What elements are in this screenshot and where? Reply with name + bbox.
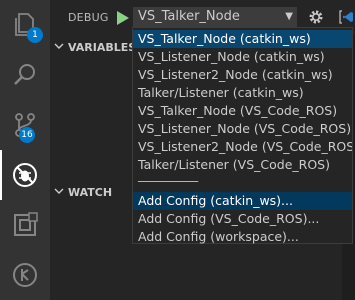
extensions-button[interactable]: [0, 200, 50, 250]
variables-label: VARIABLES: [68, 41, 137, 54]
explorer-button[interactable]: 1: [0, 0, 50, 50]
extensions-icon: [14, 212, 38, 236]
dropdown-option[interactable]: VS_Listener_Node (VS_Code_ROS): [133, 120, 352, 138]
activity-bar: 1 16: [0, 0, 50, 300]
chevron-down-icon: [54, 41, 64, 54]
source-control-button[interactable]: 16: [0, 100, 50, 150]
selected-config: VS_Talker_Node: [138, 9, 240, 24]
watch-label: WATCH: [68, 186, 113, 199]
add-config-option[interactable]: Add Config (catkin_ws)...: [133, 192, 352, 210]
explorer-badge: 1: [27, 27, 43, 43]
gear-icon[interactable]: [308, 9, 324, 25]
ros-button[interactable]: [0, 250, 50, 300]
ros-icon: [13, 263, 37, 287]
chevron-down-icon: ▼: [285, 11, 293, 22]
chevron-down-icon: [54, 186, 64, 199]
debug-bug-icon: [13, 163, 37, 187]
dropdown-option[interactable]: VS_Talker_Node (VS_Code_ROS): [133, 102, 352, 120]
start-debugging-icon[interactable]: [116, 10, 130, 26]
dropdown-option[interactable]: Talker/Listener (catkin_ws): [133, 84, 352, 102]
dropdown-option[interactable]: VS_Talker_Node (catkin_ws): [133, 30, 352, 48]
add-config-option[interactable]: Add Config (VS_Code_ROS)...: [133, 210, 352, 228]
launch-config-dropdown: VS_Talker_Node (catkin_ws) VS_Listener_N…: [132, 27, 353, 244]
dropdown-option[interactable]: Talker/Listener (VS_Code_ROS): [133, 156, 352, 174]
add-config-option[interactable]: Add Config (workspace)...: [133, 228, 352, 246]
debug-button[interactable]: [0, 150, 50, 200]
dropdown-option[interactable]: VS_Listener2_Node (catkin_ws): [133, 66, 352, 84]
search-button[interactable]: [0, 50, 50, 100]
dropdown-option[interactable]: VS_Listener_Node (catkin_ws): [133, 48, 352, 66]
search-icon: [14, 64, 35, 85]
source-control-badge: 16: [19, 127, 35, 143]
debug-title: DEBUG: [68, 11, 109, 24]
vscode-file-icon: [343, 12, 353, 22]
dropdown-option[interactable]: VS_Listener2_Node (VS_Code_ROS): [133, 138, 352, 156]
dropdown-separator: ──────────: [138, 177, 199, 188]
launch-config-select[interactable]: VS_Talker_Node ▼: [133, 7, 297, 27]
